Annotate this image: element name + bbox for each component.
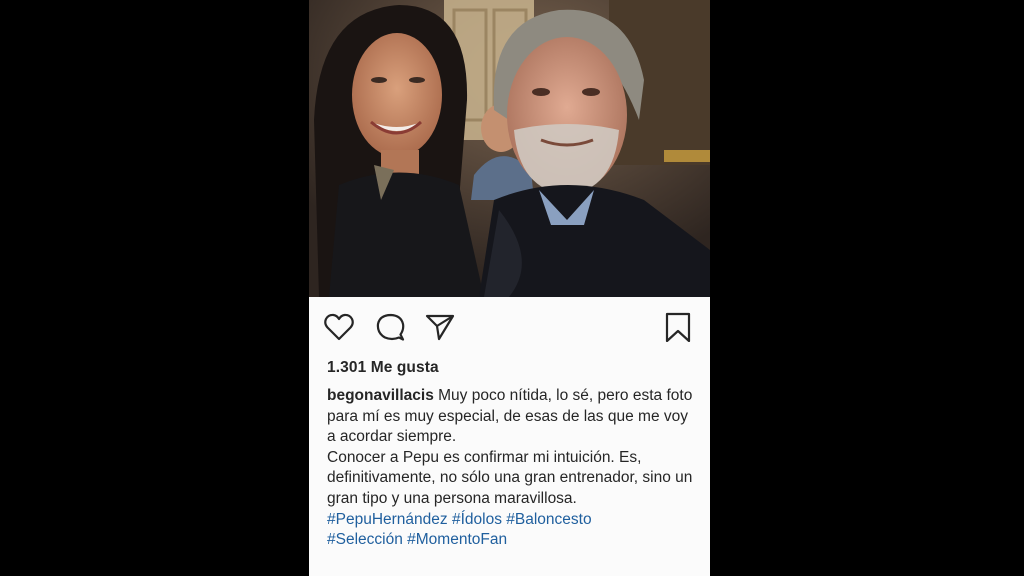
post-caption: begonavillacis Muy poco nítida, lo sé, p… xyxy=(327,386,697,551)
hashtag-list: #PepuHernández #Ídolos #Baloncesto #Selec… xyxy=(327,510,697,551)
paper-plane-icon[interactable] xyxy=(424,312,456,342)
hashtag-link[interactable]: #MomentoFan xyxy=(407,531,507,548)
post-photo[interactable] xyxy=(309,0,710,297)
likes-count[interactable]: 1.301 Me gusta xyxy=(327,359,439,377)
hashtag-link[interactable]: #Selección xyxy=(327,531,403,548)
post-actions-bar xyxy=(309,297,710,355)
username-link[interactable]: begonavillacis xyxy=(327,387,434,404)
caption-paragraph-1: begonavillacis Muy poco nítida, lo sé, p… xyxy=(327,386,697,448)
comment-bubble-icon[interactable] xyxy=(374,312,406,342)
hashtag-link[interactable]: #PepuHernández xyxy=(327,511,448,528)
hashtag-link[interactable]: #Ídolos xyxy=(452,511,502,528)
caption-paragraph-2: Conocer a Pepu es confirmar mi intuición… xyxy=(327,448,693,507)
bookmark-icon[interactable] xyxy=(662,312,694,342)
hashtag-link[interactable]: #Baloncesto xyxy=(506,511,591,528)
heart-icon[interactable] xyxy=(323,312,355,342)
instagram-post: 1.301 Me gusta begonavillacis Muy poco n… xyxy=(309,0,710,576)
